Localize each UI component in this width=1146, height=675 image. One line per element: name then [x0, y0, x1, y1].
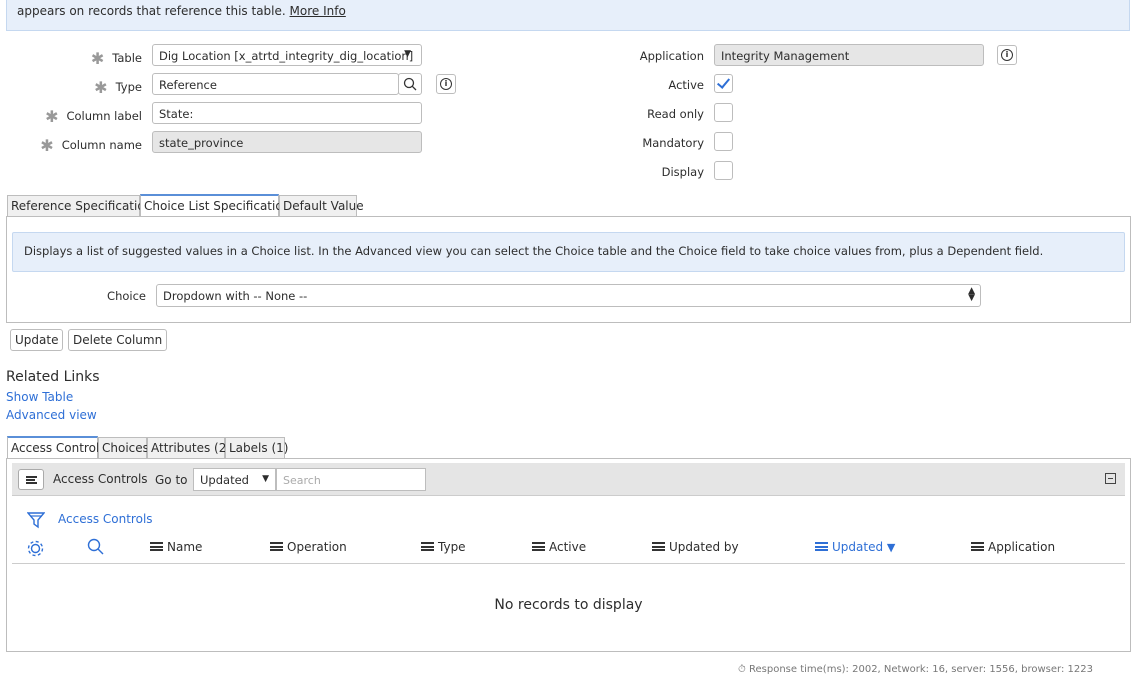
- application-label: Application: [639, 49, 704, 63]
- column-header-name[interactable]: Name: [150, 540, 202, 554]
- search-icon: [403, 77, 417, 91]
- type-lookup-button[interactable]: [398, 73, 422, 95]
- required-icon: ✱: [90, 49, 105, 68]
- dropdown-arrow-icon: ▼: [404, 49, 411, 59]
- choice-info-box: Displays a list of suggested values in a…: [12, 232, 1125, 272]
- empty-list-message: No records to display: [494, 597, 643, 613]
- tab-choices[interactable]: Choices: [98, 437, 149, 458]
- column-name-label: ✱ Column name: [40, 136, 142, 155]
- read-only-checkbox[interactable]: [714, 103, 733, 122]
- list-search-input[interactable]: Search: [276, 468, 426, 491]
- application-info-button[interactable]: i: [997, 45, 1017, 65]
- column-menu-icon[interactable]: [532, 542, 545, 551]
- application-input: Integrity Management: [714, 44, 984, 66]
- column-menu-icon[interactable]: [971, 542, 984, 551]
- search-icon[interactable]: [86, 538, 106, 556]
- dropdown-arrow-icon: ▼: [262, 474, 269, 484]
- tab-reference-specification[interactable]: Reference Specification: [7, 195, 152, 216]
- required-icon: ✱: [45, 107, 59, 126]
- info-banner-message: appears on records that reference this t…: [17, 4, 286, 18]
- column-menu-icon[interactable]: [652, 542, 665, 551]
- column-header-updated-by[interactable]: Updated by: [652, 540, 739, 554]
- tab-default-value[interactable]: Default Value: [279, 195, 364, 216]
- mandatory-checkbox[interactable]: [714, 132, 733, 151]
- choice-info-text: Displays a list of suggested values in a…: [24, 244, 1044, 258]
- table-select[interactable]: Dig Location [x_atrtd_integrity_dig_loca…: [152, 44, 422, 66]
- mandatory-label: Mandatory: [642, 136, 704, 150]
- column-menu-icon[interactable]: [270, 542, 283, 551]
- column-header-operation[interactable]: Operation: [270, 540, 347, 554]
- list-menu-button[interactable]: [18, 469, 44, 490]
- column-menu-icon[interactable]: [815, 542, 828, 551]
- required-icon: ✱: [94, 78, 108, 97]
- delete-column-button[interactable]: Delete Column: [68, 329, 168, 351]
- active-checkbox[interactable]: [714, 74, 733, 93]
- tab-labels[interactable]: Labels (1): [225, 437, 288, 458]
- info-banner-text: appears on records that reference this t…: [17, 4, 346, 18]
- goto-select[interactable]: Updated ▼: [193, 468, 276, 491]
- select-arrows-icon: ▲ ▼: [968, 286, 975, 303]
- display-label: Display: [661, 165, 704, 179]
- sort-descending-icon: ▼: [886, 541, 896, 554]
- filter-icon[interactable]: [27, 511, 45, 529]
- tab-choice-list-specification[interactable]: Choice List Specification: [140, 194, 290, 216]
- type-input[interactable]: Reference: [152, 73, 399, 95]
- column-name-input: state_province: [152, 131, 422, 153]
- info-banner: appears on records that reference this t…: [6, 0, 1130, 31]
- list-title: Access Controls: [53, 472, 148, 486]
- display-checkbox[interactable]: [714, 161, 733, 180]
- column-menu-icon[interactable]: [421, 542, 434, 551]
- choice-select[interactable]: Dropdown with -- None -- ▲ ▼: [156, 284, 981, 307]
- column-menu-icon[interactable]: [150, 542, 163, 551]
- info-icon: i: [1001, 49, 1013, 61]
- active-label: Active: [668, 78, 704, 92]
- header-divider: [12, 563, 1125, 564]
- collapse-icon[interactable]: [1105, 473, 1116, 484]
- breadcrumb-access-controls[interactable]: Access Controls: [58, 512, 153, 526]
- read-only-label: Read only: [647, 107, 704, 121]
- clock-icon: ⏱: [738, 664, 746, 675]
- tab-attributes[interactable]: Attributes (2): [147, 437, 231, 458]
- hamburger-icon: [26, 475, 37, 484]
- response-time: ⏱ Response time(ms): 2002, Network: 16, …: [738, 664, 1093, 675]
- column-header-application[interactable]: Application: [971, 540, 1055, 554]
- goto-label: Go to: [155, 473, 188, 487]
- more-info-link[interactable]: More Info: [290, 4, 346, 18]
- table-label: ✱ Table: [90, 49, 142, 68]
- column-header-updated[interactable]: Updated ▼: [815, 540, 895, 554]
- type-info-button[interactable]: i: [436, 74, 456, 94]
- choice-label: Choice: [107, 289, 146, 303]
- column-label-label: ✱ Column label: [45, 107, 142, 126]
- column-header-active[interactable]: Active: [532, 540, 586, 554]
- gear-icon[interactable]: [26, 539, 45, 558]
- update-button[interactable]: Update: [10, 329, 64, 351]
- column-header-type[interactable]: Type: [421, 540, 466, 554]
- advanced-view-link[interactable]: Advanced view: [6, 408, 97, 422]
- column-label-input[interactable]: State:: [152, 102, 422, 124]
- list-header-bar: Access Controls Go to Updated ▼ Search: [12, 463, 1125, 496]
- show-table-link[interactable]: Show Table: [6, 390, 73, 404]
- required-icon: ✱: [40, 136, 54, 155]
- related-links-heading: Related Links: [6, 369, 100, 385]
- info-icon: i: [440, 78, 452, 90]
- type-label: ✱ Type: [94, 78, 142, 97]
- tab-access-controls[interactable]: Access Controls: [7, 436, 106, 458]
